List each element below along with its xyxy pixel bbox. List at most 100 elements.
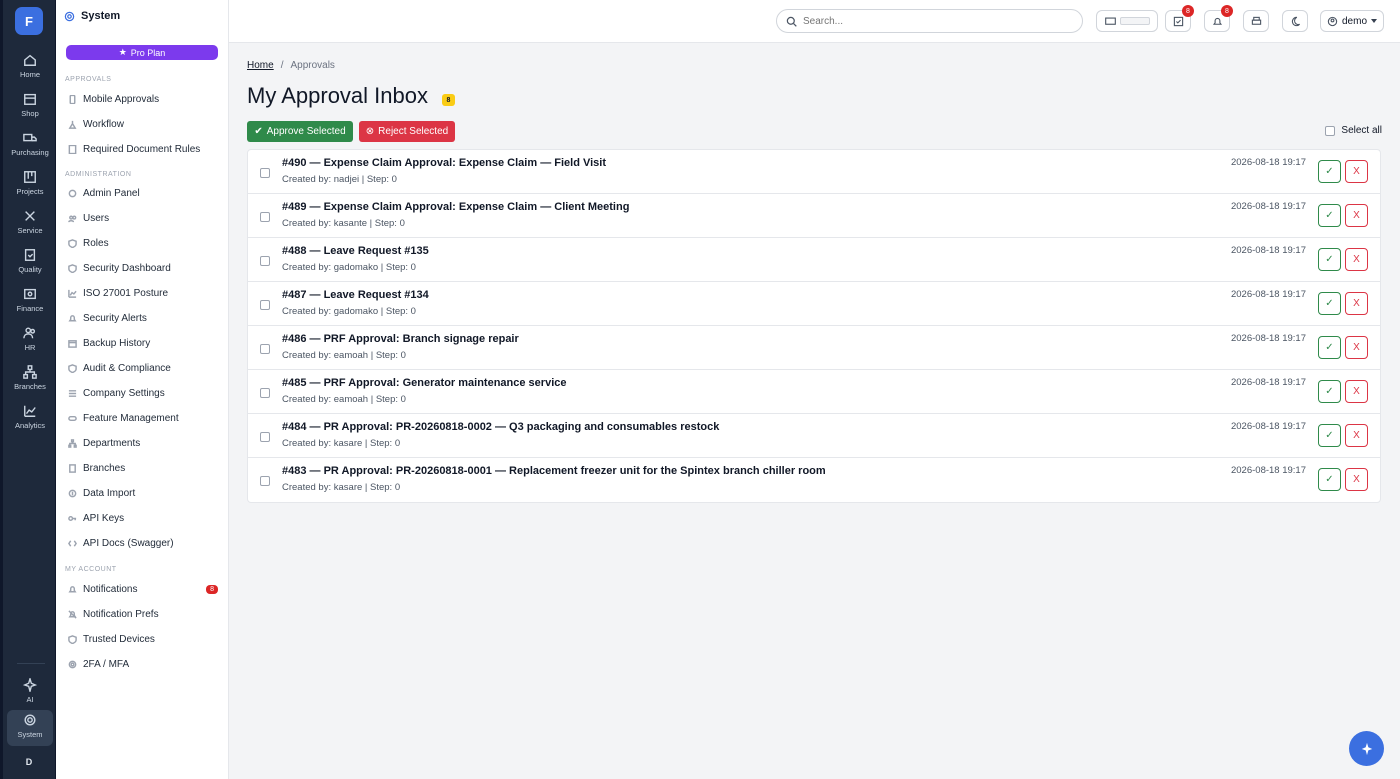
select-all[interactable]: Select all <box>1325 125 1382 136</box>
reject-button[interactable]: X <box>1345 160 1368 183</box>
rail-item-branches[interactable]: Branches <box>7 362 53 398</box>
sidebar-item-audit-compliance[interactable]: Audit & Compliance <box>68 359 218 377</box>
approval-row[interactable]: #486 — PRF Approval: Branch signage repa… <box>248 326 1380 370</box>
approval-title[interactable]: #488 — Leave Request #135 <box>282 245 429 257</box>
rail-item-service[interactable]: Service <box>7 206 53 242</box>
notifications-button[interactable]: 8 <box>1204 5 1233 32</box>
approval-row[interactable]: #490 — Expense Claim Approval: Expense C… <box>248 150 1380 194</box>
approval-row[interactable]: #487 — Leave Request #134 Created by: gad… <box>248 282 1380 326</box>
sidebar-item-trusted-devices[interactable]: Trusted Devices <box>68 630 218 648</box>
approval-meta: Created by: gadomako | Step: 0 <box>282 306 416 317</box>
approve-button[interactable]: ✓ <box>1318 468 1341 491</box>
sidebar-item-roles[interactable]: Roles <box>68 234 218 252</box>
sidebar-item-2fa-mfa[interactable]: 2FA / MFA <box>68 655 218 673</box>
rail-item-system[interactable]: System <box>7 710 53 746</box>
rail-item-finance[interactable]: Finance <box>7 284 53 320</box>
workflow-icon <box>68 120 77 129</box>
approval-title[interactable]: #490 — Expense Claim Approval: Expense C… <box>282 157 606 169</box>
sidebar-item-company-settings[interactable]: Company Settings <box>68 384 218 402</box>
approval-row[interactable]: #483 — PR Approval: PR-20260818-0001 — R… <box>248 458 1380 502</box>
sidebar-item-required-document-rules[interactable]: Required Document Rules <box>68 140 218 158</box>
reject-button[interactable]: X <box>1345 292 1368 315</box>
row-checkbox[interactable] <box>260 300 270 310</box>
print-button[interactable] <box>1243 10 1269 32</box>
user-avatar[interactable]: D <box>15 752 43 772</box>
approve-button[interactable]: ✓ <box>1318 160 1341 183</box>
row-checkbox[interactable] <box>260 256 270 266</box>
reject-selected-button[interactable]: ⊗ Reject Selected <box>359 121 455 142</box>
reject-button[interactable]: X <box>1345 336 1368 359</box>
approval-title[interactable]: #486 — PRF Approval: Branch signage repa… <box>282 333 519 345</box>
approve-button[interactable]: ✓ <box>1318 336 1341 359</box>
approval-title[interactable]: #484 — PR Approval: PR-20260818-0002 — Q… <box>282 421 719 433</box>
breadcrumb-home[interactable]: Home <box>247 60 274 71</box>
sidebar-item-api-docs[interactable]: API Docs (Swagger) <box>68 534 218 552</box>
rail-item-analytics[interactable]: Analytics <box>7 401 53 437</box>
sidebar-item-api-keys[interactable]: API Keys <box>68 509 218 527</box>
moon-icon <box>1291 16 1300 26</box>
reject-button[interactable]: X <box>1345 380 1368 403</box>
screen-share-button[interactable] <box>1096 10 1158 32</box>
sidebar-item-security-alerts[interactable]: Security Alerts <box>68 309 218 327</box>
ai-assistant-fab[interactable] <box>1349 731 1384 766</box>
rail-item-purchasing[interactable]: Purchasing <box>7 128 53 164</box>
select-all-checkbox[interactable] <box>1325 125 1336 136</box>
reject-button[interactable]: X <box>1345 468 1368 491</box>
row-checkbox[interactable] <box>260 212 270 222</box>
sidebar-item-admin-panel[interactable]: Admin Panel <box>68 184 218 202</box>
sidebar-item-workflow[interactable]: Workflow <box>68 115 218 133</box>
approval-row[interactable]: #484 — PR Approval: PR-20260818-0002 — Q… <box>248 414 1380 458</box>
approval-row[interactable]: #489 — Expense Claim Approval: Expense C… <box>248 194 1380 238</box>
reject-button[interactable]: X <box>1345 248 1368 271</box>
approval-row[interactable]: #485 — PRF Approval: Generator maintenan… <box>248 370 1380 414</box>
sidebar-item-feature-management[interactable]: Feature Management <box>68 409 218 427</box>
sidebar-item-notifications[interactable]: Notifications 8 <box>68 580 218 598</box>
row-checkbox[interactable] <box>260 476 270 486</box>
approval-title[interactable]: #487 — Leave Request #134 <box>282 289 429 301</box>
approve-button[interactable]: ✓ <box>1318 380 1341 403</box>
row-checkbox[interactable] <box>260 344 270 354</box>
approve-button[interactable]: ✓ <box>1318 248 1341 271</box>
rail-item-hr[interactable]: HR <box>7 323 53 359</box>
approve-button[interactable]: ✓ <box>1318 424 1341 447</box>
rail-item-quality[interactable]: Quality <box>7 245 53 281</box>
sidebar-item-notification-prefs[interactable]: Notification Prefs <box>68 605 218 623</box>
search-input[interactable] <box>803 15 1063 27</box>
row-checkbox[interactable] <box>260 168 270 178</box>
shield-check-icon <box>68 363 77 373</box>
sidebar-item-iso-27001-posture[interactable]: ISO 27001 Posture <box>68 284 218 302</box>
rail-item-ai[interactable]: AI <box>7 675 53 711</box>
approval-date: 2026-08-18 19:17 <box>1230 465 1306 476</box>
rail-item-shop[interactable]: Shop <box>7 89 53 125</box>
pro-plan-badge[interactable]: ★ Pro Plan <box>66 45 218 60</box>
row-checkbox[interactable] <box>260 432 270 442</box>
approval-title[interactable]: #483 — PR Approval: PR-20260818-0001 — R… <box>282 465 826 477</box>
app-logo[interactable]: F <box>15 7 43 35</box>
reject-button[interactable]: X <box>1345 424 1368 447</box>
sidebar-item-security-dashboard[interactable]: Security Dashboard <box>68 259 218 277</box>
sidebar-item-departments[interactable]: Departments <box>68 434 218 452</box>
approve-selected-button[interactable]: ✔ Approve Selected <box>247 121 353 142</box>
theme-toggle-button[interactable] <box>1282 10 1308 32</box>
chart-icon <box>24 405 36 417</box>
global-search[interactable] <box>776 9 1083 33</box>
sidebar-item-users[interactable]: Users <box>68 209 218 227</box>
approve-button[interactable]: ✓ <box>1318 292 1341 315</box>
shield-icon <box>68 263 77 273</box>
reject-button[interactable]: X <box>1345 204 1368 227</box>
tasks-button[interactable]: 8 <box>1165 5 1194 32</box>
approval-row[interactable]: #488 — Leave Request #135 Created by: gad… <box>248 238 1380 282</box>
sidebar-item-backup-history[interactable]: Backup History <box>68 334 218 352</box>
user-menu-button[interactable]: demo <box>1320 10 1384 32</box>
rail-item-projects[interactable]: Projects <box>7 167 53 203</box>
sidebar-item-mobile-approvals[interactable]: Mobile Approvals <box>68 90 218 108</box>
sidebar-item-data-import[interactable]: Data Import <box>68 484 218 502</box>
approval-title[interactable]: #489 — Expense Claim Approval: Expense C… <box>282 201 629 213</box>
chart-icon <box>68 289 77 298</box>
approval-title[interactable]: #485 — PRF Approval: Generator maintenan… <box>282 377 566 389</box>
branches-icon <box>23 365 37 379</box>
approve-button[interactable]: ✓ <box>1318 204 1341 227</box>
row-checkbox[interactable] <box>260 388 270 398</box>
rail-item-home[interactable]: Home <box>7 50 53 86</box>
sidebar-item-branches[interactable]: Branches <box>68 459 218 477</box>
